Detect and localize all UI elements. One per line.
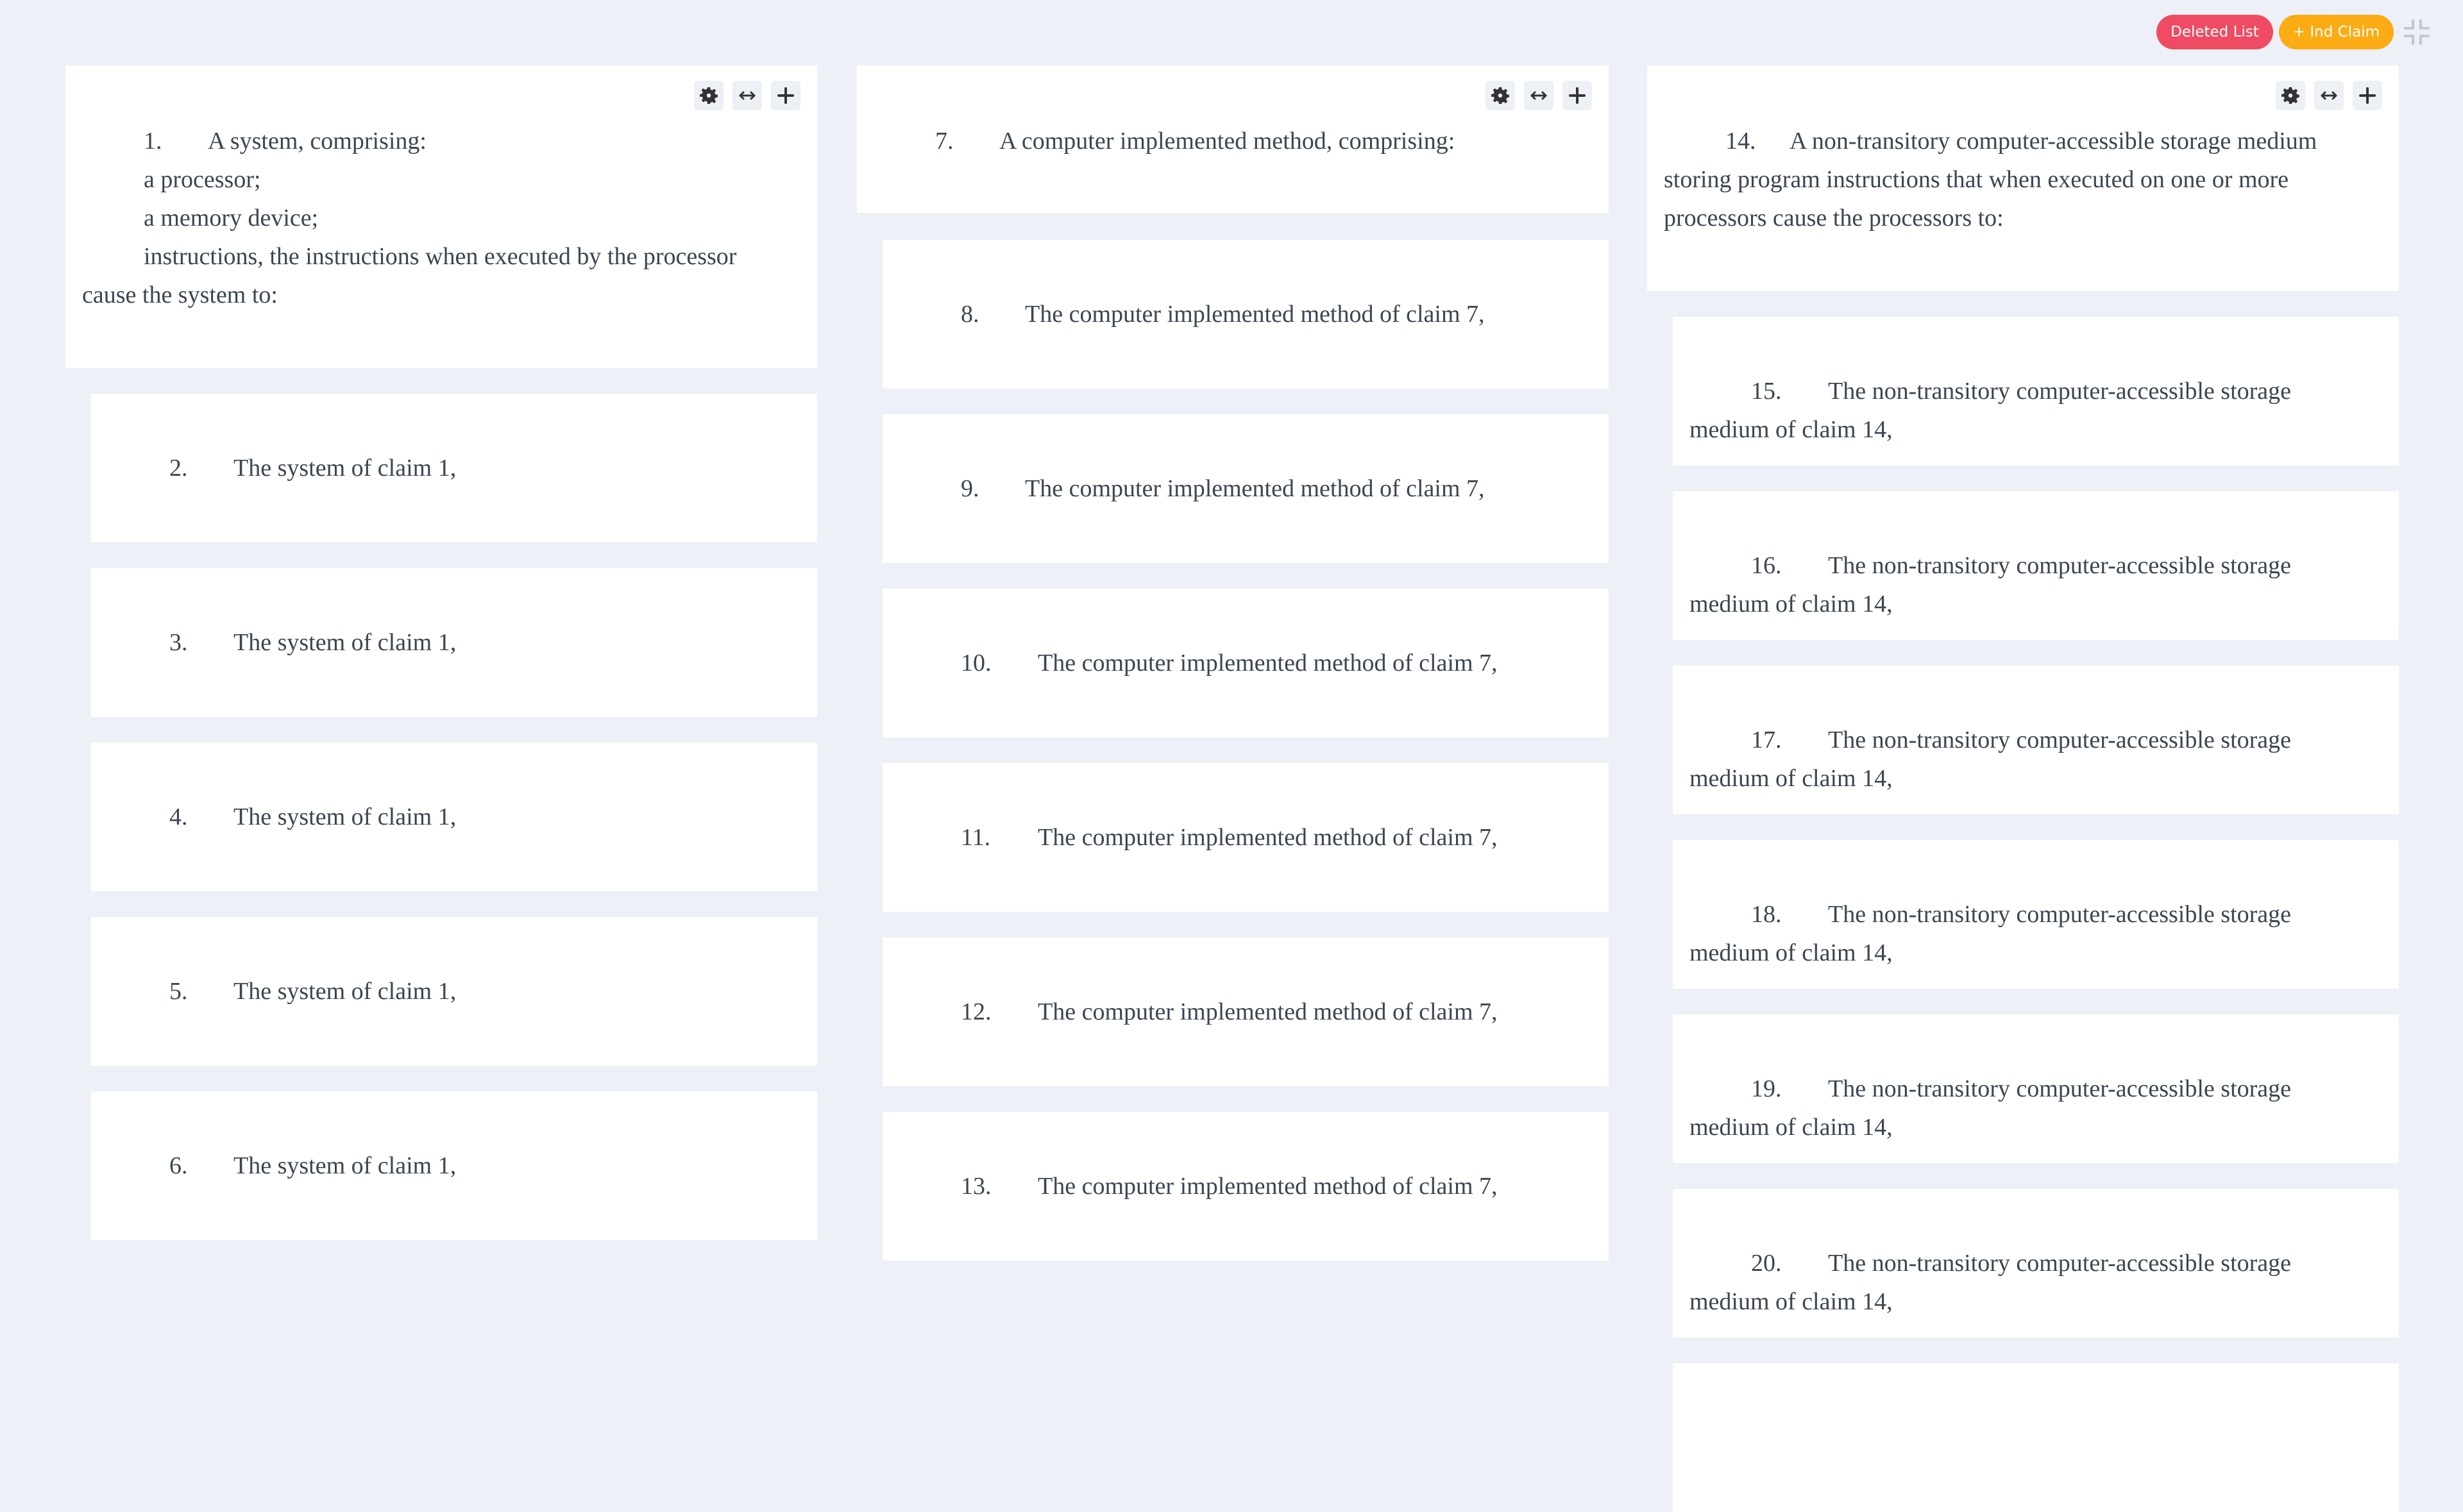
claim-number: 12. bbox=[961, 998, 992, 1025]
claim-number: 7. bbox=[935, 128, 954, 155]
independent-claim-card[interactable]: 1. A system, comprising: a processor; a m… bbox=[65, 65, 817, 368]
claim-text: 8. The computer implemented method of cla… bbox=[899, 295, 1557, 333]
card-tools bbox=[1477, 81, 1592, 110]
dependent-claim-card[interactable]: 4. The system of claim 1, bbox=[91, 743, 817, 891]
claim-number: 6. bbox=[169, 1152, 188, 1179]
claim-number: 15. bbox=[1751, 378, 1782, 405]
claim-body: The system of claim 1, bbox=[233, 978, 457, 1005]
dependent-claim-card[interactable]: 6. The system of claim 1, bbox=[91, 1091, 817, 1240]
horizontal-arrows-icon[interactable] bbox=[1524, 81, 1553, 110]
dependent-claim-card[interactable]: 20. The non-transitory computer-accessibl… bbox=[1673, 1189, 2399, 1338]
collapse-icon[interactable] bbox=[2403, 18, 2431, 46]
claim-line: 1. A system, comprising: bbox=[82, 122, 791, 160]
claim-number: 11. bbox=[961, 824, 991, 851]
claim-text: 2. The system of claim 1, bbox=[108, 449, 766, 487]
dependent-claim-card[interactable]: 5. The system of claim 1, bbox=[91, 917, 817, 1066]
dependent-claim-card[interactable]: 8. The computer implemented method of cla… bbox=[883, 240, 1609, 389]
claim-body: The system of claim 1, bbox=[233, 803, 457, 830]
dependent-claim-card[interactable]: 12. The computer implemented method of cl… bbox=[883, 937, 1609, 1086]
gear-icon[interactable] bbox=[694, 81, 724, 110]
claim-number: 9. bbox=[961, 475, 979, 502]
claim-body: The computer implemented method of claim… bbox=[1025, 301, 1485, 328]
claim-number: 4. bbox=[169, 803, 188, 830]
claim-number: 17. bbox=[1751, 727, 1782, 753]
claim-body: The computer implemented method of claim… bbox=[1038, 998, 1498, 1025]
claim-body: The system of claim 1, bbox=[233, 455, 457, 482]
top-toolbar: Deleted List + Ind Claim bbox=[2151, 14, 2431, 50]
dependent-claim-card[interactable]: 10. The computer implemented method of cl… bbox=[883, 589, 1609, 737]
dependent-claim-card[interactable]: 9. The computer implemented method of cla… bbox=[883, 414, 1609, 563]
plus-icon[interactable] bbox=[771, 81, 800, 110]
dependent-claim-card[interactable]: 19. The non-transitory computer-accessibl… bbox=[1673, 1014, 2399, 1163]
claim-text: 12. The computer implemented method of cl… bbox=[899, 993, 1557, 1031]
dependent-claim-card[interactable]: 16. The non-transitory computer-accessibl… bbox=[1673, 491, 2399, 640]
plus-icon[interactable] bbox=[2353, 81, 2382, 110]
claim-text bbox=[1689, 1418, 2348, 1457]
claim-number: 13. bbox=[961, 1173, 992, 1200]
claim-text: 11. The computer implemented method of cl… bbox=[899, 818, 1557, 857]
claim-text: 16. The non-transitory computer-accessibl… bbox=[1689, 546, 2348, 623]
claim-number: 10. bbox=[961, 650, 992, 676]
claim-line: instructions, the instructions when exec… bbox=[82, 243, 743, 308]
horizontal-arrows-icon[interactable] bbox=[732, 81, 762, 110]
ind-claim-button[interactable]: + Ind Claim bbox=[2278, 15, 2394, 49]
claim-line: 14. A non-transitory computer-accessible … bbox=[1664, 122, 2373, 237]
claim-text: 1. A system, comprising: a processor; a m… bbox=[82, 122, 791, 314]
claim-number: 2. bbox=[169, 455, 188, 482]
claim-text: 13. The computer implemented method of cl… bbox=[899, 1167, 1557, 1205]
claim-text: 3. The system of claim 1, bbox=[108, 623, 766, 662]
claim-body: The system of claim 1, bbox=[233, 1152, 457, 1179]
dependent-claim-card[interactable]: 18. The non-transitory computer-accessibl… bbox=[1673, 840, 2399, 989]
gear-icon[interactable] bbox=[1485, 81, 1515, 110]
dependent-claim-card[interactable] bbox=[1673, 1363, 2399, 1512]
claim-number: 1. bbox=[144, 128, 162, 155]
claim-body: The computer implemented method of claim… bbox=[1025, 475, 1485, 502]
claim-text: 20. The non-transitory computer-accessibl… bbox=[1689, 1244, 2348, 1321]
claim-text: 5. The system of claim 1, bbox=[108, 972, 766, 1011]
gear-icon[interactable] bbox=[2276, 81, 2305, 110]
claim-text: 19. The non-transitory computer-accessibl… bbox=[1689, 1070, 2348, 1147]
claim-number: 5. bbox=[169, 978, 188, 1005]
claim-text: 7. A computer implemented method, compris… bbox=[874, 122, 1583, 160]
claim-text: 4. The system of claim 1, bbox=[108, 798, 766, 836]
claim-number: 19. bbox=[1751, 1075, 1782, 1102]
claim-number: 16. bbox=[1751, 552, 1782, 579]
dependent-claim-card[interactable]: 17. The non-transitory computer-accessibl… bbox=[1673, 666, 2399, 814]
deleted-list-button[interactable]: Deleted List bbox=[2156, 15, 2273, 49]
claim-text: 6. The system of claim 1, bbox=[108, 1147, 766, 1185]
claim-number: 3. bbox=[169, 629, 188, 656]
claim-line: a memory device; bbox=[144, 205, 319, 231]
dependent-claim-card[interactable]: 2. The system of claim 1, bbox=[91, 394, 817, 542]
claim-text: 17. The non-transitory computer-accessibl… bbox=[1689, 721, 2348, 798]
dependent-claim-card[interactable]: 3. The system of claim 1, bbox=[91, 568, 817, 717]
claim-number: 18. bbox=[1751, 901, 1782, 928]
claim-body: The system of claim 1, bbox=[233, 629, 457, 656]
plus-icon[interactable] bbox=[1562, 81, 1592, 110]
dependent-claim-card[interactable]: 11. The computer implemented method of cl… bbox=[883, 763, 1609, 912]
claim-line: a processor; bbox=[144, 166, 261, 193]
independent-claim-card[interactable]: 14. A non-transitory computer-accessible … bbox=[1647, 65, 2399, 291]
claim-text: 14. A non-transitory computer-accessible … bbox=[1664, 122, 2373, 237]
dependent-claim-card[interactable]: 15. The non-transitory computer-accessibl… bbox=[1673, 317, 2399, 466]
claim-text: 9. The computer implemented method of cla… bbox=[899, 469, 1557, 508]
claim-body: The computer implemented method of claim… bbox=[1038, 824, 1498, 851]
claim-line: 7. A computer implemented method, compris… bbox=[874, 122, 1583, 160]
claim-number: 14. bbox=[1725, 128, 1756, 155]
claim-number: 8. bbox=[961, 301, 979, 328]
claim-number: 20. bbox=[1751, 1250, 1782, 1277]
card-tools bbox=[2267, 81, 2382, 110]
claim-body: The computer implemented method of claim… bbox=[1038, 1173, 1498, 1200]
dependent-claim-card[interactable]: 13. The computer implemented method of cl… bbox=[883, 1112, 1609, 1261]
claim-text: 10. The computer implemented method of cl… bbox=[899, 644, 1557, 682]
claim-text: 15. The non-transitory computer-accessibl… bbox=[1689, 372, 2348, 449]
independent-claim-card[interactable]: 7. A computer implemented method, compris… bbox=[857, 65, 1609, 213]
horizontal-arrows-icon[interactable] bbox=[2314, 81, 2344, 110]
claim-body: The computer implemented method of claim… bbox=[1038, 650, 1498, 676]
claim-text: 18. The non-transitory computer-accessibl… bbox=[1689, 895, 2348, 972]
card-tools bbox=[685, 81, 800, 110]
